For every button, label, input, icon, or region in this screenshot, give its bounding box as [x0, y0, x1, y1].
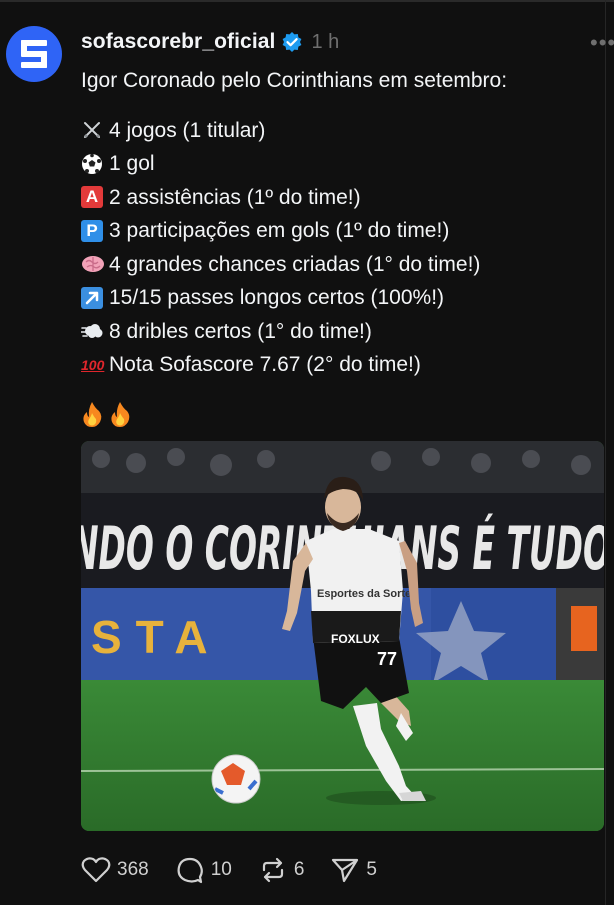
- repost-icon: [262, 857, 283, 883]
- crossed-swords-icon: [81, 119, 103, 141]
- ad-text: STA: [91, 611, 222, 663]
- list-item: 1 gol: [81, 147, 601, 181]
- like-button[interactable]: 368: [81, 856, 149, 884]
- p-button-icon: P: [81, 219, 103, 242]
- heart-icon: [81, 857, 111, 883]
- send-icon: [332, 858, 359, 883]
- list-item: 100 Nota Sofascore 7.67 (2° do time!): [81, 348, 601, 382]
- list-item: 4 grandes chances criadas (1° do time!): [81, 248, 601, 282]
- share-button[interactable]: 5: [330, 856, 377, 884]
- list-item: 8 dribles certos (1° do time!): [81, 315, 601, 349]
- list-item: 15/15 passes longos certos (100%!): [81, 281, 601, 315]
- list-item: A 2 assistências (1º do time!): [81, 181, 601, 215]
- more-options-icon[interactable]: •••: [590, 30, 614, 56]
- like-count: 368: [117, 859, 149, 880]
- dash-cloud-icon: [81, 320, 103, 342]
- reply-bubble-icon: [177, 857, 203, 884]
- fire-icon: [111, 402, 130, 427]
- reply-count: 10: [210, 859, 232, 880]
- shirt-kit-sponsor: FOXLUX: [331, 632, 380, 646]
- username[interactable]: sofascorebr_oficial: [81, 30, 275, 54]
- fire-icon: [83, 402, 102, 427]
- list-item: P 3 participações em gols (1º do time!): [81, 214, 601, 248]
- headline: Igor Coronado pelo Corinthians em setemb…: [81, 69, 508, 92]
- soccer-ball-icon: [81, 153, 103, 175]
- post-time: 1 h: [311, 30, 340, 53]
- stat-text: Nota Sofascore 7.67 (2° do time!): [109, 353, 421, 376]
- repost-count: 6: [293, 859, 305, 880]
- stat-text: 2 assistências (1º do time!): [109, 185, 361, 209]
- action-bar: 368 10 6 5: [81, 852, 403, 888]
- post-photo[interactable]: NDO O CORINTHIANS É TUDO STA 77: [81, 441, 604, 831]
- post-header: sofascorebr_oficial 1 h: [81, 28, 339, 56]
- divider: [0, 0, 614, 2]
- avatar[interactable]: [6, 26, 62, 82]
- hundred-points-icon: 100: [81, 356, 105, 373]
- stat-text: 3 participações em gols (1º do time!): [109, 219, 450, 242]
- list-item: 4 jogos (1 titular): [81, 114, 601, 148]
- player-photo: NDO O CORINTHIANS É TUDO STA 77: [81, 441, 604, 831]
- sofascore-logo-icon: [21, 40, 47, 68]
- stat-text: 1 gol: [109, 152, 155, 175]
- repost-button[interactable]: 6: [258, 856, 305, 884]
- a-button-icon: A: [81, 186, 103, 209]
- shirt-sponsor: Esportes da Sorte: [317, 588, 411, 600]
- share-count: 5: [366, 859, 377, 880]
- fire-emojis: [81, 398, 601, 431]
- stat-text: 8 dribles certos (1° do time!): [109, 319, 372, 343]
- shorts-number: 77: [377, 649, 397, 669]
- post: sofascorebr_oficial 1 h ••• Igor Coronad…: [0, 0, 614, 905]
- stat-text: 15/15 passes longos certos (100%!): [109, 286, 445, 309]
- stat-text: 4 grandes chances criadas (1° do time!): [109, 252, 481, 276]
- divider: [605, 0, 606, 905]
- post-text: Igor Coronado pelo Corinthians em setemb…: [81, 64, 601, 431]
- stat-text: 4 jogos (1 titular): [109, 118, 266, 142]
- up-right-arrow-icon: [81, 286, 103, 309]
- verified-badge-icon: [283, 32, 302, 52]
- reply-button[interactable]: 10: [175, 856, 232, 884]
- brain-icon: [81, 253, 104, 275]
